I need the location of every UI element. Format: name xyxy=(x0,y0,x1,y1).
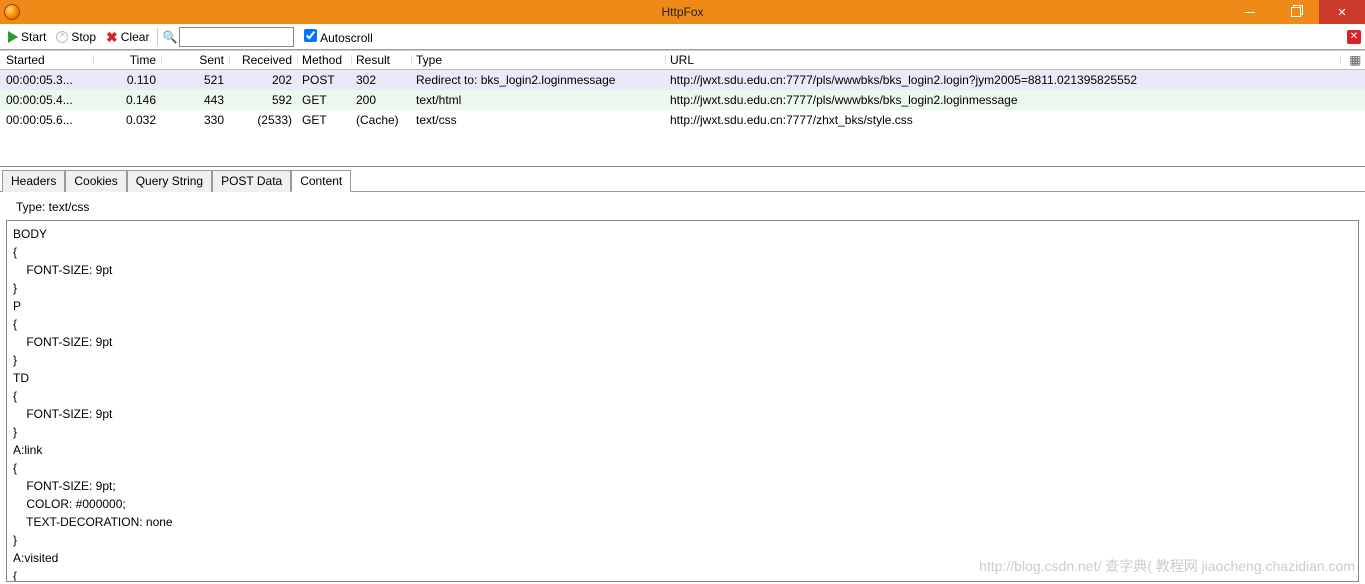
stop-icon xyxy=(56,31,68,43)
stop-button[interactable]: Stop xyxy=(52,28,100,46)
window-controls xyxy=(1227,0,1365,24)
tab-cookies[interactable]: Cookies xyxy=(65,170,126,192)
cell-time: 0.110 xyxy=(98,73,166,87)
play-icon xyxy=(8,31,18,43)
cell-time: 0.146 xyxy=(98,93,166,107)
cell-result: (Cache) xyxy=(356,113,416,127)
maximize-button[interactable] xyxy=(1273,0,1319,24)
search-input[interactable] xyxy=(179,27,294,47)
tab-headers[interactable]: Headers xyxy=(2,170,65,192)
cell-method: GET xyxy=(302,93,356,107)
col-started[interactable]: Started xyxy=(6,53,98,67)
cell-started: 00:00:05.6... xyxy=(6,113,98,127)
minimize-button[interactable] xyxy=(1227,0,1273,24)
firefox-icon xyxy=(4,4,20,20)
autoscroll-toggle[interactable]: Autoscroll xyxy=(304,29,372,45)
start-label: Start xyxy=(21,30,46,44)
window-title: HttpFox xyxy=(661,5,703,19)
table-row[interactable]: 00:00:05.3... 0.110 521 202 POST 302 Red… xyxy=(0,70,1365,90)
col-sent[interactable]: Sent xyxy=(166,53,234,67)
cell-method: GET xyxy=(302,113,356,127)
request-grid: Started Time Sent Received Method Result… xyxy=(0,50,1365,167)
stop-label: Stop xyxy=(71,30,96,44)
tab-content[interactable]: Content xyxy=(291,170,351,192)
column-config-icon[interactable]: ▦ xyxy=(1345,53,1365,67)
cell-started: 00:00:05.4... xyxy=(6,93,98,107)
cell-result: 302 xyxy=(356,73,416,87)
cell-sent: 443 xyxy=(166,93,234,107)
col-type[interactable]: Type xyxy=(416,53,670,67)
cell-time: 0.032 xyxy=(98,113,166,127)
cell-received: (2533) xyxy=(234,113,302,127)
cell-type: text/css xyxy=(416,113,670,127)
col-result[interactable]: Result xyxy=(356,53,416,67)
cell-sent: 330 xyxy=(166,113,234,127)
cell-url: http://jwxt.sdu.edu.cn:7777/pls/wwwbks/b… xyxy=(670,93,1345,107)
cell-received: 202 xyxy=(234,73,302,87)
tab-query-string[interactable]: Query String xyxy=(127,170,212,192)
cell-type: text/html xyxy=(416,93,670,107)
col-received[interactable]: Received xyxy=(234,53,302,67)
cell-sent: 521 xyxy=(166,73,234,87)
table-row[interactable]: 00:00:05.4... 0.146 443 592 GET 200 text… xyxy=(0,90,1365,110)
tab-post-data[interactable]: POST Data xyxy=(212,170,291,192)
autoscroll-checkbox[interactable] xyxy=(304,29,317,42)
grid-header: Started Time Sent Received Method Result… xyxy=(0,50,1365,70)
autoscroll-label: Autoscroll xyxy=(320,31,373,45)
content-panel: Type: text/css BODY { FONT-SIZE: 9pt } P… xyxy=(0,192,1365,584)
content-body[interactable]: BODY { FONT-SIZE: 9pt } P { FONT-SIZE: 9… xyxy=(6,220,1359,582)
titlebar: HttpFox xyxy=(0,0,1365,24)
detail-tabs: Headers Cookies Query String POST Data C… xyxy=(0,167,1365,192)
cell-type: Redirect to: bks_login2.loginmessage xyxy=(416,73,670,87)
clear-icon: ✖ xyxy=(106,30,118,44)
cell-url: http://jwxt.sdu.edu.cn:7777/zhxt_bks/sty… xyxy=(670,113,1345,127)
search-icon: 🔍 xyxy=(162,30,177,44)
toolbar-separator xyxy=(157,28,158,46)
panel-close-button[interactable]: ✕ xyxy=(1347,30,1361,44)
toolbar: Start Stop ✖ Clear 🔍 Autoscroll ✕ xyxy=(0,24,1365,50)
cell-result: 200 xyxy=(356,93,416,107)
close-button[interactable] xyxy=(1319,0,1365,24)
grid-blank-area xyxy=(0,130,1365,166)
col-time[interactable]: Time xyxy=(98,53,166,67)
cell-received: 592 xyxy=(234,93,302,107)
cell-started: 00:00:05.3... xyxy=(6,73,98,87)
content-type-label: Type: text/css xyxy=(6,198,1359,220)
cell-url: http://jwxt.sdu.edu.cn:7777/pls/wwwbks/b… xyxy=(670,73,1345,87)
col-url[interactable]: URL xyxy=(670,53,1345,67)
col-method[interactable]: Method xyxy=(302,53,356,67)
cell-method: POST xyxy=(302,73,356,87)
clear-label: Clear xyxy=(121,30,150,44)
table-row[interactable]: 00:00:05.6... 0.032 330 (2533) GET (Cach… xyxy=(0,110,1365,130)
clear-button[interactable]: ✖ Clear xyxy=(102,28,153,46)
start-button[interactable]: Start xyxy=(4,28,50,46)
